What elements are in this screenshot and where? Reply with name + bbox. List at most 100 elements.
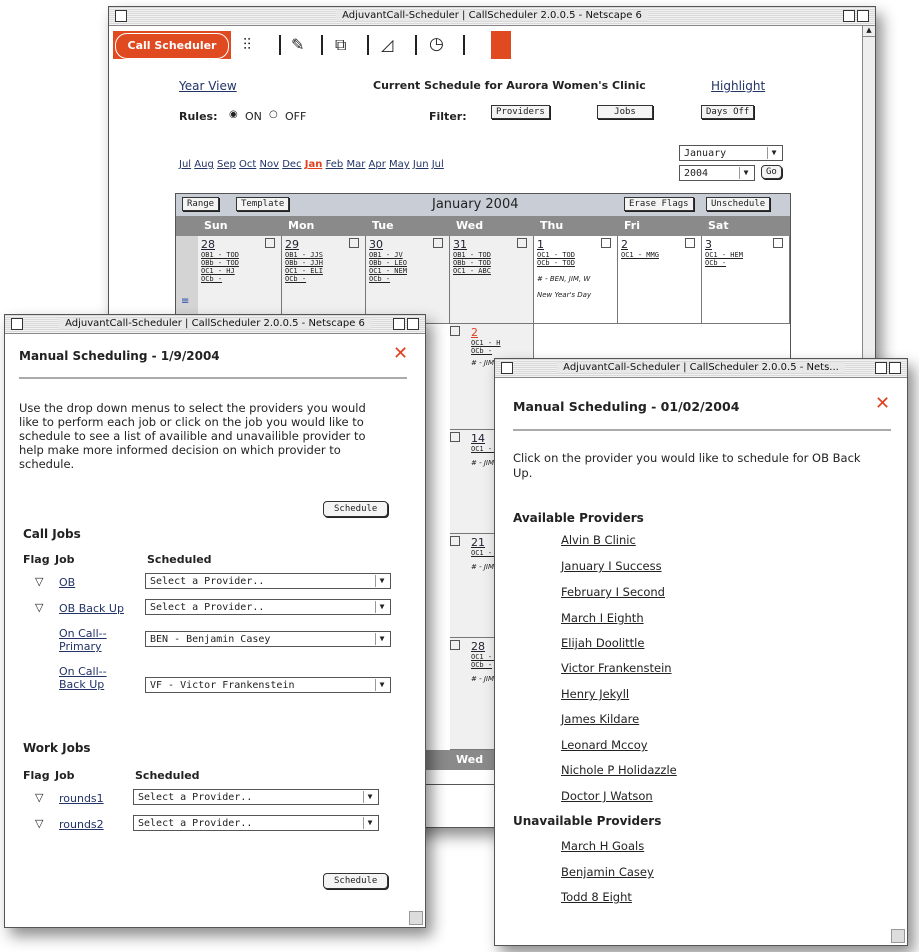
provider-select[interactable]: Select a Provider.. ▼ xyxy=(145,599,391,615)
highlight-link[interactable]: Highlight xyxy=(711,79,765,93)
day-number[interactable]: 21 xyxy=(471,536,485,549)
assignment[interactable]: OC1 - ELI xyxy=(285,267,362,275)
provider-link[interactable]: Todd 8 Eight xyxy=(561,890,632,904)
assignment[interactable]: OC1 - ABC xyxy=(453,267,530,275)
provider-link[interactable]: March H Goals xyxy=(561,839,644,853)
zoom-box-icon[interactable] xyxy=(393,318,405,330)
flag-icon[interactable]: ▽ xyxy=(35,601,43,614)
provider-select[interactable]: VF - Victor Frankenstein ▼ xyxy=(145,677,391,693)
tools-icon[interactable]: ⫶⫶ xyxy=(243,35,251,55)
day-cell[interactable]: 2 OC1 - MMG xyxy=(618,236,702,324)
provider-link[interactable]: Henry Jekyll xyxy=(561,687,629,701)
flag-icon[interactable] xyxy=(433,238,443,248)
assignment[interactable]: OCb - xyxy=(369,275,446,283)
rules-off-radio[interactable]: ○ xyxy=(269,109,278,120)
work-job-link[interactable]: rounds1 xyxy=(59,792,104,805)
flag-icon[interactable] xyxy=(773,238,783,248)
resize-handle-icon[interactable] xyxy=(409,911,423,925)
assignment[interactable]: OC1 - HJ xyxy=(201,267,278,275)
month-select[interactable]: January ▼ xyxy=(679,145,783,161)
assignment[interactable]: OBb - JJH xyxy=(285,259,362,267)
zoom-box-icon[interactable] xyxy=(843,10,855,22)
provider-link[interactable]: January I Success xyxy=(561,559,662,573)
day-number[interactable]: 28 xyxy=(201,238,215,251)
provider-link[interactable]: James Kildare xyxy=(561,712,639,726)
month-link[interactable]: Aug xyxy=(194,159,214,170)
note-icon[interactable]: ◿ xyxy=(381,35,393,54)
assignment[interactable]: OB1 - TOD xyxy=(201,251,278,259)
flag-icon[interactable] xyxy=(450,536,460,546)
assignment[interactable]: OCb - TOD xyxy=(537,259,614,267)
day-cell[interactable]: 31 OB1 - TOD OBb - TOD OC1 - ABC xyxy=(450,236,534,324)
assignment[interactable]: OC1 - HEM xyxy=(705,251,786,259)
provider-link[interactable]: Victor Frankenstein xyxy=(561,661,672,675)
day-number[interactable]: 31 xyxy=(453,238,467,251)
flag-icon[interactable] xyxy=(265,238,275,248)
month-link[interactable]: May xyxy=(389,159,410,170)
month-link[interactable]: Oct xyxy=(239,159,256,170)
assignment[interactable]: OBb - TOD xyxy=(201,259,278,267)
assignment[interactable]: OBb - TOD xyxy=(453,259,530,267)
day-number[interactable]: 14 xyxy=(471,432,485,445)
month-link[interactable]: Nov xyxy=(260,159,280,170)
month-link[interactable]: Sep xyxy=(217,159,236,170)
provider-link[interactable]: Elijah Doolittle xyxy=(561,636,644,650)
month-link[interactable]: Mar xyxy=(346,159,365,170)
provider-select[interactable]: Select a Provider.. ▼ xyxy=(133,789,379,805)
assignment[interactable]: OB1 - JJS xyxy=(285,251,362,259)
provider-link[interactable]: Benjamin Casey xyxy=(561,865,654,879)
flag-icon[interactable] xyxy=(601,238,611,248)
day-number[interactable]: 2 xyxy=(621,238,628,251)
provider-select[interactable]: Select a Provider.. ▼ xyxy=(133,815,379,831)
call-job-link[interactable]: On Call--Back Up xyxy=(59,665,109,691)
day-cell[interactable]: 3 OC1 - HEM OCb - xyxy=(702,236,790,324)
filter-providers-button[interactable]: Providers xyxy=(491,105,550,119)
rules-on-radio[interactable]: ◉ xyxy=(229,109,238,120)
flag-icon[interactable]: ▽ xyxy=(35,791,43,804)
manual1-titlebar[interactable]: AdjuvantCall-Scheduler | CallScheduler 2… xyxy=(5,315,425,334)
zoom-box-icon[interactable] xyxy=(875,362,887,374)
assignment[interactable]: OCb - xyxy=(471,347,530,355)
filter-days-off-button[interactable]: Days Off xyxy=(701,105,755,119)
filter-jobs-button[interactable]: Jobs xyxy=(597,105,653,119)
year-select[interactable]: 2004 ▼ xyxy=(679,165,755,181)
go-button[interactable]: Go xyxy=(761,165,782,179)
collapse-box-icon[interactable] xyxy=(889,362,901,374)
provider-link[interactable]: Doctor J Watson xyxy=(561,789,653,803)
assignment[interactable]: OC1 - NEM xyxy=(369,267,446,275)
flag-icon[interactable] xyxy=(349,238,359,248)
schedule-button-top[interactable]: Schedule xyxy=(323,501,389,517)
provider-select[interactable]: Select a Provider.. ▼ xyxy=(145,573,391,589)
call-job-link[interactable]: On Call--Primary xyxy=(59,627,143,653)
close-icon[interactable]: ✕ xyxy=(393,343,408,364)
day-cell[interactable]: 28 OB1 - TOD OBb - TOD OC1 - HJ OCb - xyxy=(198,236,282,324)
flag-icon[interactable]: ▽ xyxy=(35,575,43,588)
edit-icon[interactable]: ✎ xyxy=(291,35,304,54)
month-link[interactable]: Jul xyxy=(432,159,444,170)
call-job-link[interactable]: OB xyxy=(59,576,75,589)
year-view-link[interactable]: Year View xyxy=(179,79,237,93)
flag-icon[interactable]: ▽ xyxy=(35,817,43,830)
day-number[interactable]: 2 xyxy=(471,326,478,339)
provider-link[interactable]: Alvin B Clinic xyxy=(561,533,636,547)
flag-icon[interactable] xyxy=(450,640,460,650)
week-select-icon[interactable]: ≡ xyxy=(181,296,189,307)
assignment[interactable]: OB1 - TOD xyxy=(453,251,530,259)
assignment[interactable]: OB1 - JV xyxy=(369,251,446,259)
day-number[interactable]: 3 xyxy=(705,238,712,251)
provider-link[interactable]: March I Eighth xyxy=(561,611,644,625)
provider-link[interactable]: Nichole P Holidazzle xyxy=(561,763,677,777)
flag-icon[interactable] xyxy=(517,238,527,248)
close-box-icon[interactable] xyxy=(115,10,127,22)
day-number[interactable]: 28 xyxy=(471,640,485,653)
assignment[interactable]: OC1 - H xyxy=(471,339,530,347)
assignment[interactable]: OC1 - MMG xyxy=(621,251,698,259)
scroll-up-arrow-icon[interactable]: ▲ xyxy=(863,26,875,37)
work-job-link[interactable]: rounds2 xyxy=(59,818,104,831)
month-link[interactable]: Apr xyxy=(369,159,386,170)
day-cell[interactable]: 29 OB1 - JJS OBb - JJH OC1 - ELI OCb - xyxy=(282,236,366,324)
resize-handle-icon[interactable] xyxy=(891,929,905,943)
month-link[interactable]: Jun xyxy=(413,159,429,170)
collapse-box-icon[interactable] xyxy=(857,10,869,22)
flag-icon[interactable] xyxy=(450,432,460,442)
